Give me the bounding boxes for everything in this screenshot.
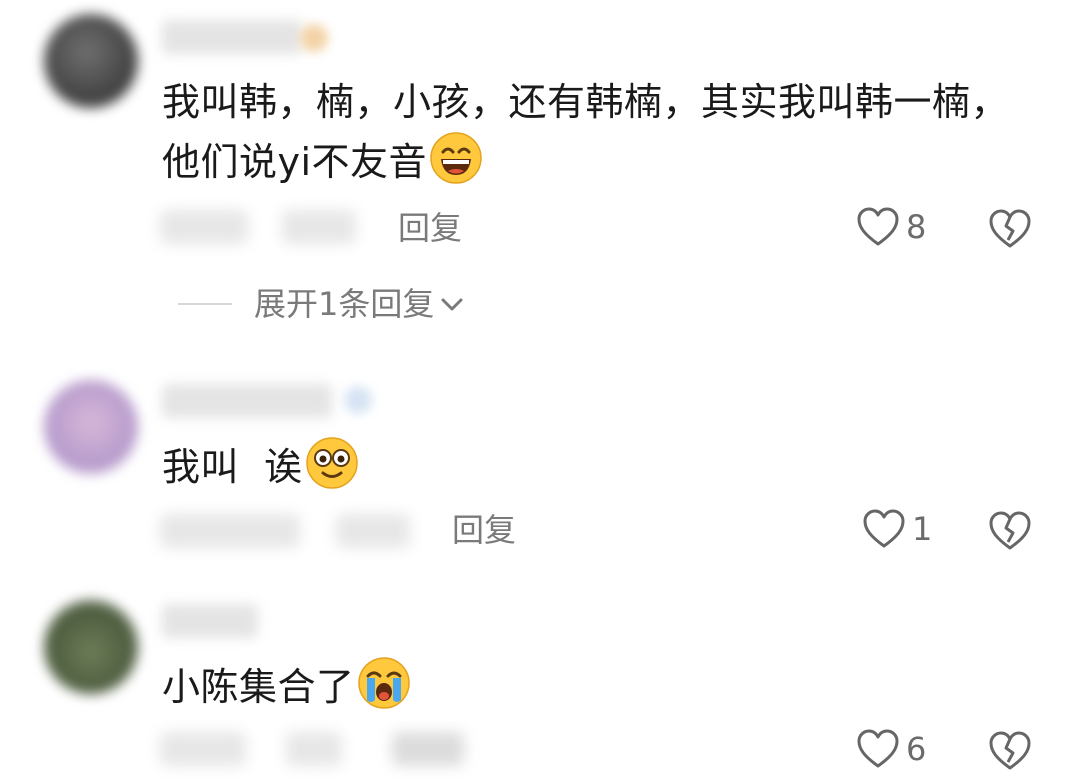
timestamp-blurred: [160, 514, 300, 548]
like-count: 6: [906, 730, 927, 768]
comment-text-line: 我叫 诶: [162, 445, 303, 489]
heart-icon: [857, 207, 899, 246]
location-blurred: [282, 210, 356, 244]
username-blurred[interactable]: [162, 20, 302, 54]
reply-button[interactable]: 回复: [398, 208, 462, 248]
crying-emoji: [357, 657, 410, 709]
comment-text: 小陈集合了: [162, 656, 1010, 716]
comment-text: 我叫 诶: [162, 436, 1010, 496]
heart-icon: [857, 729, 899, 768]
user-badge-icon: [300, 24, 328, 52]
broken-heart-icon[interactable]: [988, 208, 1032, 250]
heart-icon: [863, 509, 905, 548]
timestamp-blurred: [160, 732, 246, 766]
reply-button[interactable]: 回复: [452, 510, 516, 550]
like-button[interactable]: 6: [856, 728, 926, 770]
location-blurred: [336, 514, 410, 548]
divider: [178, 303, 232, 305]
grinning-sweat-emoji: [430, 132, 482, 184]
like-count: 1: [912, 510, 933, 548]
broken-heart-icon[interactable]: [988, 510, 1032, 552]
chevron-down-icon: [441, 298, 463, 311]
location-blurred: [286, 732, 342, 766]
broken-heart-icon[interactable]: [988, 730, 1032, 772]
avatar[interactable]: [44, 380, 138, 474]
reply-blurred: [392, 732, 464, 766]
comment-text-line-2: 他们说yi不友音: [162, 140, 428, 184]
expand-replies-button[interactable]: 展开1条回复: [178, 284, 466, 324]
avatar[interactable]: [44, 600, 138, 694]
wide-eyes-emoji: [305, 437, 358, 489]
avatar[interactable]: [44, 14, 138, 108]
comment-text-line: 小陈集合了: [162, 665, 355, 709]
like-button[interactable]: 8: [856, 206, 926, 248]
like-count: 8: [906, 208, 927, 246]
timestamp-blurred: [160, 210, 248, 244]
username-blurred[interactable]: [162, 604, 258, 638]
username-blurred[interactable]: [162, 384, 332, 418]
user-badge-icon: [344, 386, 372, 414]
comment-text: 我叫韩，楠，小孩，还有韩楠，其实我叫韩一楠， 他们说yi不友音: [162, 74, 1010, 191]
comment-text-line-1: 我叫韩，楠，小孩，还有韩楠，其实我叫韩一楠，: [162, 80, 1010, 124]
like-button[interactable]: 1: [862, 508, 932, 550]
expand-replies-label: 展开1条回复: [254, 285, 435, 323]
